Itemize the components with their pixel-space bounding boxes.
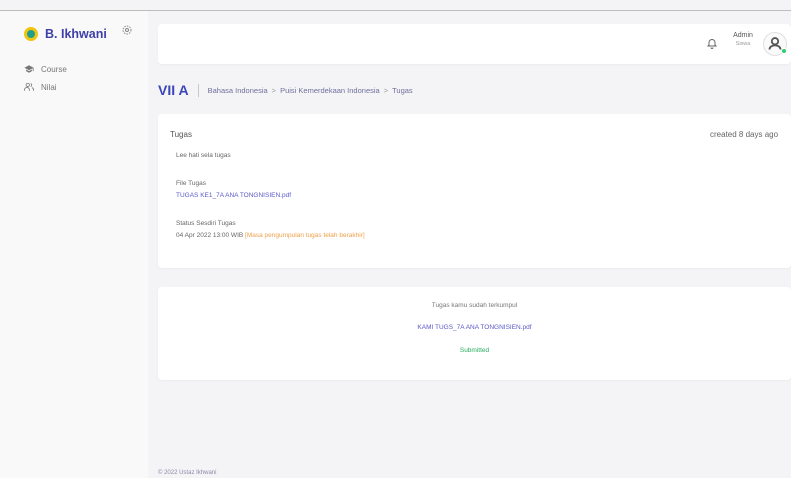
deadline-line: 04 Apr 2022 13:00 WIB [Masa pengumpulan … <box>176 232 365 239</box>
created-time: created 8 days ago <box>710 130 779 139</box>
sidebar <box>0 11 148 478</box>
brand-logo <box>24 27 38 41</box>
graduation-cap-icon <box>24 65 34 73</box>
breadcrumb-item-current: Tugas <box>392 85 413 95</box>
task-description: Lee hati sela tugas <box>176 152 231 159</box>
submission-card: Tugas kamu sudah terkumpul KAMI TUGS_7A … <box>158 287 791 380</box>
sidebar-item-course[interactable]: Course <box>24 62 67 76</box>
task-card: Tugas created 8 days ago Lee hati sela t… <box>158 114 791 268</box>
sidebar-item-nilai[interactable]: Nilai <box>24 80 57 94</box>
breadcrumb-item-subject[interactable]: Bahasa Indonesia <box>208 86 268 95</box>
avatar[interactable] <box>763 32 787 56</box>
status-label: Status Sesdiri Tugas <box>176 220 236 227</box>
task-title: Tugas <box>170 130 192 139</box>
settings-gear-icon[interactable] <box>121 24 133 36</box>
breadcrumb: VII A Bahasa Indonesia > Puisi Kemerdeka… <box>158 80 413 100</box>
breadcrumb-item-topic[interactable]: Puisi Kemerdekaan Indonesia <box>280 86 380 95</box>
users-icon <box>24 82 34 91</box>
footer-text: © 2022 Ustaz Ikhwani <box>158 470 217 476</box>
submitted-file-link[interactable]: KAMI TUGS_7A ANA TONGNISIEN.pdf <box>158 324 791 331</box>
online-status-dot <box>781 48 787 54</box>
submission-label: Tugas kamu sudah terkumpul <box>431 302 518 309</box>
breadcrumb-divider <box>197 83 199 97</box>
class-title: VII A <box>158 82 189 98</box>
sidebar-item-label: Nilai <box>41 82 57 92</box>
submission-status: Submitted <box>459 347 490 354</box>
brand-name: B. Ikhwani <box>45 27 107 41</box>
task-file-link[interactable]: TUGAS KE1_7A ANA TONGNISIEN.pdf <box>176 192 291 199</box>
breadcrumb-separator: > <box>271 85 277 95</box>
file-label: File Tugas <box>176 180 206 187</box>
breadcrumb-separator: > <box>383 85 389 95</box>
user-info[interactable]: Admin Siswa <box>726 31 760 48</box>
brand[interactable]: B. Ikhwani <box>24 23 107 45</box>
notification-bell-icon[interactable] <box>706 37 718 49</box>
user-role: Siswa <box>735 41 751 47</box>
top-header: Admin Siswa <box>158 24 791 64</box>
deadline-warning: [Masa pengumpulan tugas telah berakhir] <box>245 232 365 239</box>
deadline-date: 04 Apr 2022 13:00 WIB <box>176 232 244 239</box>
user-name: Admin <box>733 32 753 39</box>
sidebar-item-label: Course <box>41 64 67 74</box>
